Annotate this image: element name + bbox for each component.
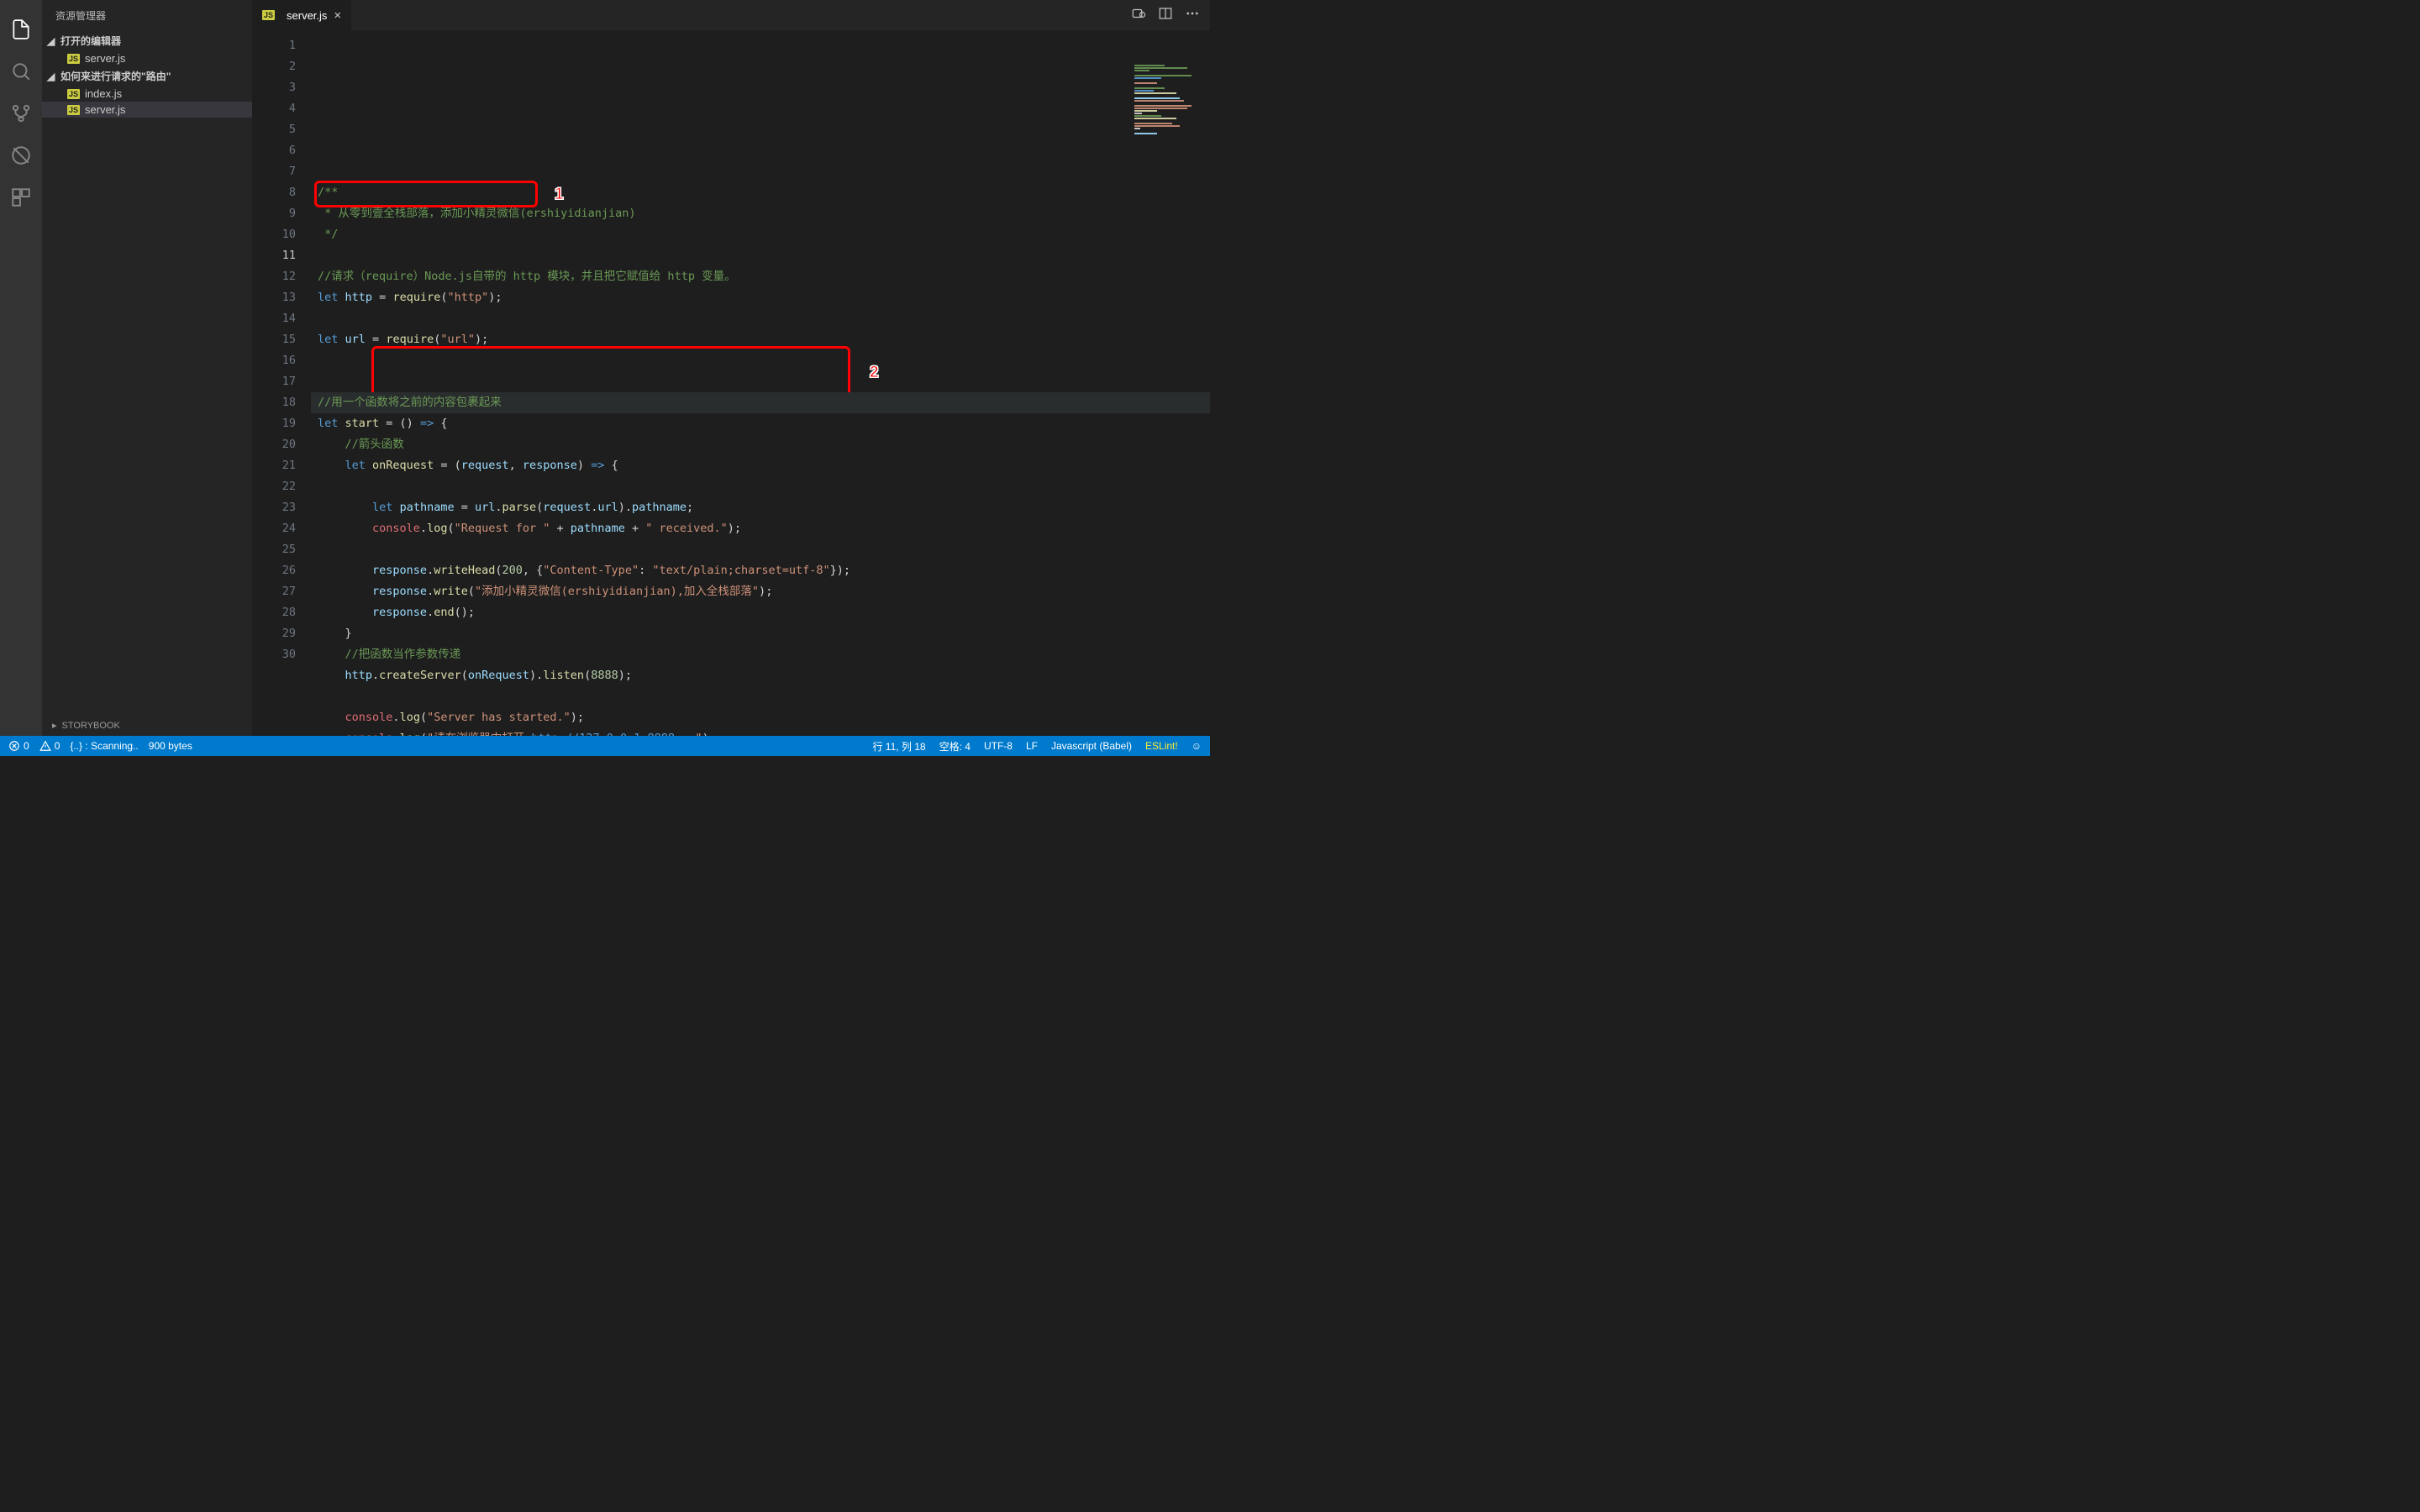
code-line[interactable]: console.log("请在浏览器中打开 http://127.0.0.1:8…: [311, 728, 1210, 736]
file-item[interactable]: JS index.js: [42, 86, 252, 102]
tab-filename: server.js: [287, 9, 327, 22]
source-control-icon[interactable]: [0, 92, 42, 134]
code-line[interactable]: //箭头函数: [311, 434, 1210, 455]
code-line[interactable]: }: [311, 623, 1210, 644]
tab-bar: JS server.js ×: [252, 0, 1210, 30]
code-line[interactable]: [311, 245, 1210, 266]
editor-area: JS server.js × 1234567891011121314151617…: [252, 0, 1210, 736]
split-editor-icon[interactable]: [1158, 6, 1173, 24]
code-line[interactable]: [311, 350, 1210, 371]
close-icon[interactable]: ×: [334, 8, 341, 23]
storybook-label: STORYBOOK: [62, 721, 120, 731]
sidebar: 资源管理器 ◢ 打开的编辑器 JS server.js ◢ 如何来进行请求的"路由…: [42, 0, 252, 736]
editor-body[interactable]: 1234567891011121314151617181920212223242…: [252, 30, 1210, 736]
open-editor-filename: server.js: [85, 52, 125, 65]
status-filesize[interactable]: 900 bytes: [149, 740, 192, 752]
code-line[interactable]: [311, 308, 1210, 329]
file-item[interactable]: JS server.js: [42, 102, 252, 118]
chevron-down-icon: ◢: [47, 71, 57, 82]
code-line[interactable]: response.end();: [311, 602, 1210, 623]
code-line[interactable]: /**: [311, 182, 1210, 203]
status-feedback-icon[interactable]: ☺: [1192, 740, 1202, 752]
gutter: 1234567891011121314151617181920212223242…: [252, 30, 311, 736]
code-line[interactable]: //用一个函数将之前的内容包裹起来: [311, 392, 1210, 413]
code-line[interactable]: //请求（require）Node.js自带的 http 模块，并且把它赋值给 …: [311, 266, 1210, 287]
code-line[interactable]: let start = () => {: [311, 413, 1210, 434]
minimap[interactable]: [1131, 64, 1207, 156]
code-line[interactable]: let url = require("url");: [311, 329, 1210, 350]
file-name: index.js: [85, 87, 122, 100]
code-line[interactable]: [311, 476, 1210, 497]
find-icon[interactable]: [1131, 6, 1146, 24]
chevron-right-icon: ▸: [52, 720, 57, 731]
status-language[interactable]: Javascript (Babel): [1051, 740, 1132, 752]
status-cursor[interactable]: 行 11, 列 18: [872, 739, 925, 753]
code-line[interactable]: [311, 539, 1210, 560]
tab-server-js[interactable]: JS server.js ×: [252, 0, 351, 30]
chevron-down-icon: ◢: [47, 35, 57, 47]
code-content[interactable]: 1 2 /** * 从零到壹全栈部落，添加小精灵微信(ershiyidianji…: [311, 30, 1210, 736]
folder-header[interactable]: ◢ 如何来进行请求的"路由": [42, 66, 252, 86]
folder-label: 如何来进行请求的"路由": [60, 69, 171, 83]
sidebar-title: 资源管理器: [42, 0, 252, 31]
code-line[interactable]: http.createServer(onRequest).listen(8888…: [311, 665, 1210, 686]
js-file-icon: JS: [67, 89, 80, 99]
code-line[interactable]: console.log("Server has started.");: [311, 707, 1210, 728]
code-line[interactable]: console.log("Request for " + pathname + …: [311, 518, 1210, 539]
code-line[interactable]: response.write("添加小精灵微信(ershiyidianjian)…: [311, 581, 1210, 602]
more-icon[interactable]: [1185, 6, 1200, 24]
code-line[interactable]: //把函数当作参数传递: [311, 644, 1210, 665]
explorer-icon[interactable]: [0, 8, 42, 50]
code-line[interactable]: let onRequest = (request, response) => {: [311, 455, 1210, 476]
status-encoding[interactable]: UTF-8: [984, 740, 1013, 752]
code-line[interactable]: let pathname = url.parse(request.url).pa…: [311, 497, 1210, 518]
open-editors-header[interactable]: ◢ 打开的编辑器: [42, 31, 252, 50]
code-line[interactable]: [311, 371, 1210, 392]
status-indent[interactable]: 空格: 4: [939, 739, 971, 753]
status-warnings[interactable]: 0: [39, 740, 60, 752]
open-editors-label: 打开的编辑器: [60, 34, 121, 48]
js-file-icon: JS: [67, 54, 80, 64]
file-name: server.js: [85, 103, 125, 116]
code-line[interactable]: let http = require("http");: [311, 287, 1210, 308]
js-file-icon: JS: [262, 10, 275, 20]
js-file-icon: JS: [67, 105, 80, 115]
extensions-icon[interactable]: [0, 176, 42, 218]
debug-icon[interactable]: [0, 134, 42, 176]
status-errors[interactable]: 0: [8, 740, 29, 752]
code-line[interactable]: * 从零到壹全栈部落，添加小精灵微信(ershiyidianjian): [311, 203, 1210, 224]
status-eol[interactable]: LF: [1026, 740, 1038, 752]
open-editor-item[interactable]: JS server.js: [42, 50, 252, 66]
status-bar: 0 0 {..} : Scanning.. 900 bytes 行 11, 列 …: [0, 736, 1210, 756]
storybook-section[interactable]: ▸ STORYBOOK: [42, 715, 252, 736]
status-eslint[interactable]: ESLint!: [1145, 740, 1178, 752]
code-line[interactable]: [311, 686, 1210, 707]
activity-bar: [0, 0, 42, 736]
code-line[interactable]: response.writeHead(200, {"Content-Type":…: [311, 560, 1210, 581]
status-scanning[interactable]: {..} : Scanning..: [70, 740, 138, 752]
search-icon[interactable]: [0, 50, 42, 92]
code-line[interactable]: */: [311, 224, 1210, 245]
